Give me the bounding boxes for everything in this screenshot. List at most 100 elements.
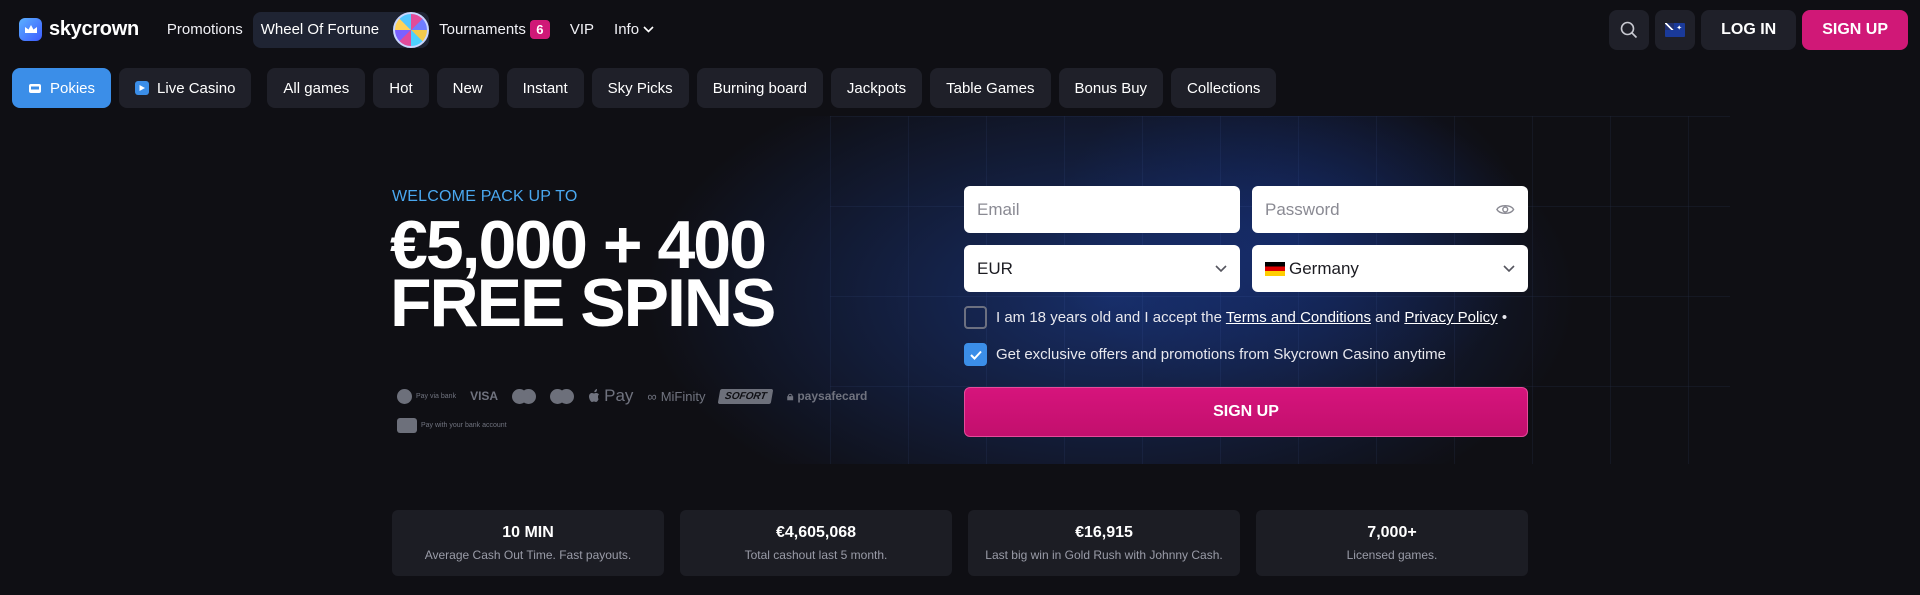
terms-text: I am 18 years old and I accept the Terms… xyxy=(996,309,1507,326)
terms-link[interactable]: Terms and Conditions xyxy=(1226,309,1371,326)
category-all-games[interactable]: All games xyxy=(267,68,366,108)
pay-via-bank-text: Pay via bank xyxy=(416,392,457,400)
stat-value: €4,605,068 xyxy=(775,524,857,541)
email-field[interactable] xyxy=(964,186,1240,233)
apple-icon xyxy=(589,389,600,402)
category-live-casino[interactable]: Live Casino xyxy=(119,68,252,108)
lock-icon: 🔒︎ xyxy=(786,388,794,403)
category-jackpots[interactable]: Jackpots xyxy=(830,68,923,108)
terms-prefix: I am 18 years old and I accept the xyxy=(996,309,1222,326)
category-pokies[interactable]: Pokies xyxy=(12,68,112,108)
payment-pay-with-bank: Pay with your bank account xyxy=(397,418,877,433)
category-burning-board[interactable]: Burning board xyxy=(696,68,823,108)
currency-select[interactable]: EUR xyxy=(964,245,1240,292)
bank-card-icon xyxy=(397,418,417,433)
stat-card: €4,605,068 Total cashout last 5 month. xyxy=(680,510,952,576)
search-button[interactable] xyxy=(1609,9,1650,50)
signup-form: EUR Germany I am 18 years old and I acce… xyxy=(964,186,1528,437)
payment-apple-pay: Pay xyxy=(588,386,633,406)
category-sky-picks[interactable]: Sky Picks xyxy=(591,68,689,108)
login-button[interactable]: LOG IN xyxy=(1701,9,1797,50)
currency-value: EUR xyxy=(977,258,1013,278)
chevron-down-icon xyxy=(1215,265,1227,272)
payment-paysafecard: 🔒︎ paysafecard xyxy=(787,389,867,404)
sofort-text: SOFORT xyxy=(718,388,775,404)
required-mark: • xyxy=(1501,309,1508,326)
checkmark-icon xyxy=(969,350,982,360)
stat-description: Last big win in Gold Rush with Johnny Ca… xyxy=(985,548,1223,562)
privacy-link[interactable]: Privacy Policy xyxy=(1404,309,1497,326)
terms-checkbox[interactable] xyxy=(964,306,987,329)
apple-pay-text: Pay xyxy=(604,386,634,405)
signup-submit-button[interactable]: SIGN UP xyxy=(964,387,1528,437)
password-field[interactable] xyxy=(1252,186,1528,233)
offers-text: Get exclusive offers and promotions from… xyxy=(996,346,1446,363)
logo[interactable]: skycrown xyxy=(19,18,139,41)
mastercard-icon xyxy=(512,388,537,404)
pay-with-bank-text: Pay with your bank account xyxy=(421,422,507,429)
tournaments-count-badge: 6 xyxy=(529,20,550,39)
slot-machine-icon xyxy=(28,81,42,95)
credentials-row xyxy=(964,186,1528,233)
password-input[interactable] xyxy=(1265,199,1497,220)
language-button[interactable] xyxy=(1655,9,1696,50)
nav-wheel-of-fortune[interactable]: Wheel Of Fortune xyxy=(252,11,430,48)
payment-mifinity: ∞ MiFinity xyxy=(647,389,705,404)
payment-pay-via-bank: Pay via bank xyxy=(397,388,457,404)
headline-line-2: FREE SPINS xyxy=(390,265,776,341)
category-pokies-label: Pokies xyxy=(50,79,96,97)
header-actions: LOG IN SIGN UP xyxy=(1609,9,1908,50)
top-header: skycrown Promotions Wheel Of Fortune Tou… xyxy=(0,0,1920,59)
search-icon xyxy=(1620,21,1638,38)
category-live-casino-label: Live Casino xyxy=(157,79,236,97)
crown-icon xyxy=(19,18,42,41)
australia-flag-icon xyxy=(1665,22,1686,37)
tournaments-label: Tournaments xyxy=(439,21,526,38)
payment-sofort: SOFORT xyxy=(718,388,775,404)
category-new[interactable]: New xyxy=(436,68,499,108)
mifinity-text: MiFinity xyxy=(660,388,706,404)
country-value-wrap: Germany xyxy=(1265,259,1359,279)
nav-info[interactable]: Info xyxy=(614,21,654,38)
payment-visa: VISA xyxy=(470,389,499,403)
welcome-pack-label: WELCOME PACK UP TO xyxy=(392,188,578,205)
maestro-icon xyxy=(550,388,575,404)
stat-description: Total cashout last 5 month. xyxy=(744,548,888,562)
stat-value: 7,000+ xyxy=(1367,524,1417,541)
eye-icon[interactable] xyxy=(1496,203,1515,216)
hero-banner: WELCOME PACK UP TO €5,000 + 400 FREE SPI… xyxy=(0,116,1920,464)
stat-description: Average Cash Out Time. Fast payouts. xyxy=(424,548,632,562)
category-bonus-buy[interactable]: Bonus Buy xyxy=(1058,68,1164,108)
offers-checkbox[interactable] xyxy=(964,343,987,366)
paysafecard-text: paysafecard xyxy=(797,389,868,403)
info-label: Info xyxy=(614,21,640,38)
category-bar: Pokies Live Casino All games Hot New Ins… xyxy=(12,68,1277,108)
nav-promotions[interactable]: Promotions xyxy=(167,21,243,38)
country-select[interactable]: Germany xyxy=(1252,245,1528,292)
main-nav: Promotions Wheel Of Fortune Tournaments 6… xyxy=(167,0,664,59)
nav-vip[interactable]: VIP xyxy=(570,21,594,38)
category-collections[interactable]: Collections xyxy=(1171,68,1277,108)
country-value: Germany xyxy=(1289,258,1359,278)
terms-and: and xyxy=(1375,309,1401,326)
fortune-wheel-icon xyxy=(393,11,430,48)
payment-maestro xyxy=(550,388,575,404)
stat-value: 10 MIN xyxy=(502,524,554,541)
email-input[interactable] xyxy=(977,199,1227,220)
germany-flag-icon xyxy=(1265,262,1285,277)
live-play-icon xyxy=(135,81,150,95)
stat-card: 7,000+ Licensed games. xyxy=(1256,510,1528,576)
offers-row: Get exclusive offers and promotions from… xyxy=(964,343,1528,366)
category-hot[interactable]: Hot xyxy=(373,68,429,108)
infinity-icon: ∞ xyxy=(647,388,657,404)
header-signup-button[interactable]: SIGN UP xyxy=(1802,9,1908,50)
category-instant[interactable]: Instant xyxy=(506,68,584,108)
wheel-of-fortune-label: Wheel Of Fortune xyxy=(260,21,380,38)
nav-tournaments[interactable]: Tournaments 6 xyxy=(439,20,550,39)
payment-methods: Pay via bank VISA Pay ∞ MiFinity SOFORT … xyxy=(397,386,877,433)
chevron-down-icon xyxy=(1503,265,1515,272)
locale-row: EUR Germany xyxy=(964,245,1528,292)
category-table-games[interactable]: Table Games xyxy=(930,68,1051,108)
terms-row: I am 18 years old and I accept the Terms… xyxy=(964,306,1528,329)
payment-mastercard xyxy=(512,388,537,404)
